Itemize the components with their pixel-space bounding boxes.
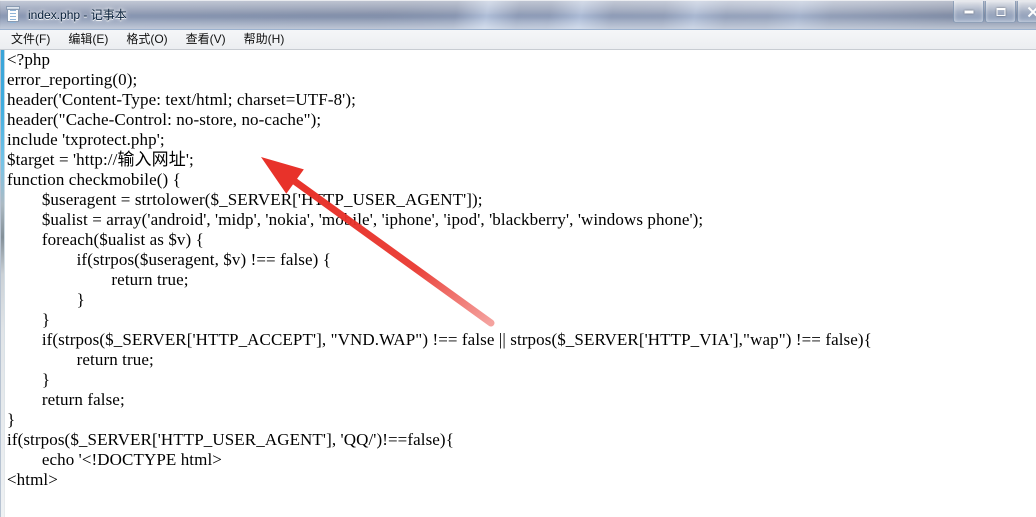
- menu-edit[interactable]: 编辑(E): [59, 30, 117, 49]
- maximize-restore-button[interactable]: [985, 1, 1016, 23]
- notepad-icon: [6, 5, 22, 23]
- menu-help[interactable]: 帮助(H): [235, 30, 294, 49]
- menubar: 文件(F) 编辑(E) 格式(O) 查看(V) 帮助(H): [0, 30, 1036, 50]
- screen: index.php - 记事本 文件(F) 编辑(E) 格式(O) 查看(V) …: [0, 0, 1036, 517]
- aero-glass-overlay: [0, 0, 1036, 29]
- notepad-window: index.php - 记事本 文件(F) 编辑(E) 格式(O) 查看(V) …: [0, 0, 1036, 517]
- maximize-icon: [996, 7, 1005, 16]
- menu-file[interactable]: 文件(F): [2, 30, 59, 49]
- close-icon: [1027, 6, 1036, 17]
- minimize-icon: [964, 10, 973, 13]
- minimize-button[interactable]: [953, 1, 984, 23]
- window-title: index.php - 记事本: [28, 8, 127, 22]
- menu-view[interactable]: 查看(V): [177, 30, 235, 49]
- window-titlebar[interactable]: index.php - 记事本: [0, 0, 1036, 30]
- editor-text-content[interactable]: <?php error_reporting(0); header('Conten…: [7, 50, 1033, 490]
- editor-client-area[interactable]: <?php error_reporting(0); header('Conten…: [0, 50, 1036, 517]
- close-button[interactable]: [1017, 1, 1036, 23]
- window-left-edge-accent-2: [4, 50, 5, 517]
- window-caption-buttons: [952, 1, 1036, 23]
- menu-format[interactable]: 格式(O): [117, 30, 176, 49]
